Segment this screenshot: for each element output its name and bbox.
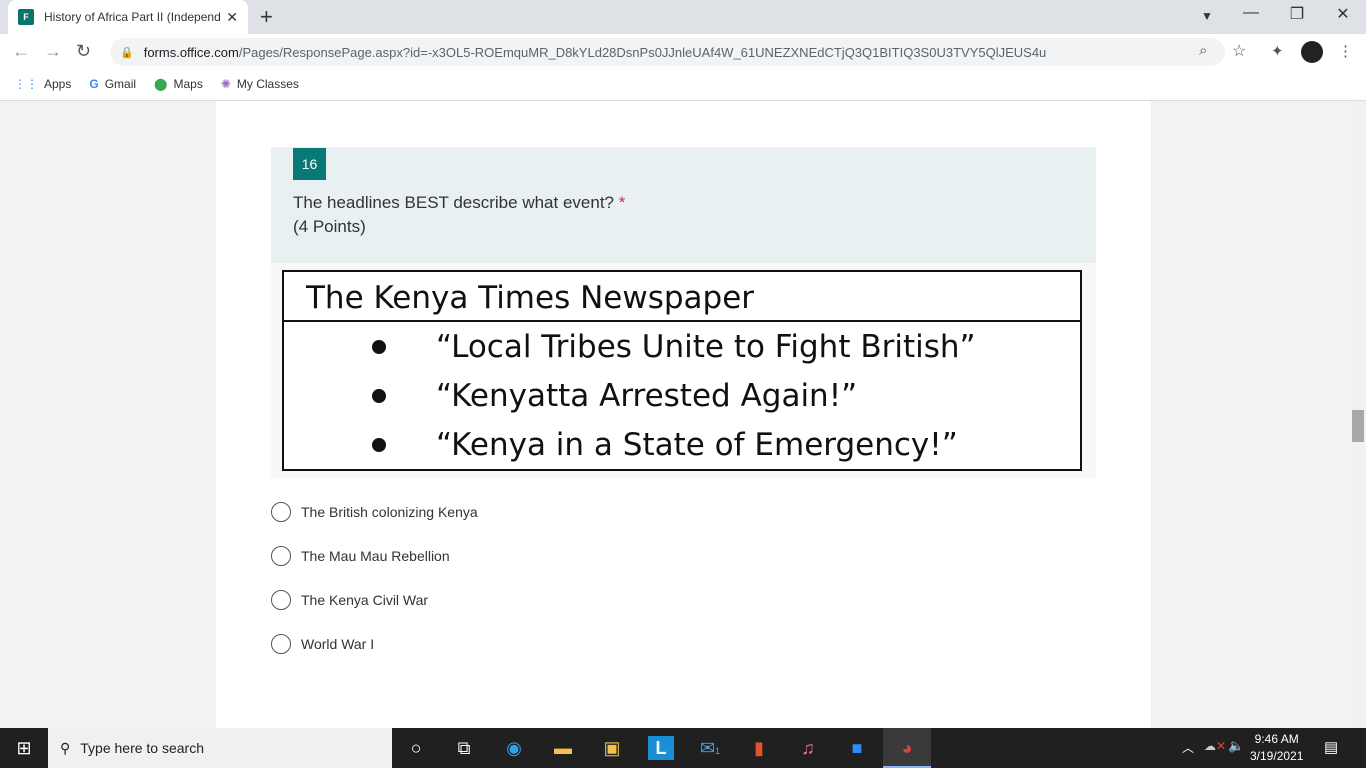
close-tab-icon[interactable]: ✕ bbox=[226, 9, 238, 26]
date: 3/19/2021 bbox=[1250, 749, 1304, 763]
back-icon[interactable]: ← bbox=[12, 41, 30, 62]
zoom-app-icon[interactable]: ■ bbox=[844, 736, 870, 760]
question-text: The headlines BEST describe what event? … bbox=[293, 193, 625, 213]
bookmark-label: Maps bbox=[173, 77, 203, 91]
network-icon[interactable]: ☁✕ bbox=[1204, 739, 1226, 753]
bullet-icon bbox=[372, 388, 386, 403]
radio-button[interactable] bbox=[271, 634, 291, 654]
tab-title: History of Africa Part II (Independ bbox=[44, 10, 221, 24]
question-number: 16 bbox=[293, 148, 326, 180]
bookmark-label: Apps bbox=[44, 77, 72, 91]
bookmark-label: Gmail bbox=[104, 77, 137, 91]
bookmark-label: My Classes bbox=[236, 77, 299, 91]
file-explorer-icon[interactable]: ▬ bbox=[550, 736, 576, 760]
new-tab-button[interactable]: + bbox=[260, 4, 273, 30]
avatar[interactable] bbox=[1301, 41, 1323, 63]
lock-icon: 🔒 bbox=[120, 46, 134, 59]
store-icon[interactable]: ▣ bbox=[599, 736, 625, 760]
bookmarks-bar: ⋮⋮ Apps G Gmail ⬤ Maps ✺ My Classes bbox=[0, 68, 1366, 101]
headline: “Kenyatta Arrested Again!” bbox=[284, 371, 1080, 420]
url-path: /Pages/ResponsePage.aspx?id=-x3OL5-ROEmq… bbox=[238, 44, 1047, 60]
question-image: The Kenya Times Newspaper “Local Tribes … bbox=[271, 263, 1096, 478]
option-british-colonizing[interactable]: The British colonizing Kenya bbox=[271, 502, 478, 522]
reload-icon[interactable]: ↻ bbox=[76, 41, 91, 62]
form-card: 16 The headlines BEST describe what even… bbox=[216, 101, 1151, 728]
taskbar: ⊞ ⚲ Type here to search ○ ⧉ ◉ ▬ ▣ L ✉1 ▮ … bbox=[0, 728, 1366, 768]
forms-icon: F bbox=[18, 9, 34, 25]
search-icon: ⚲ bbox=[60, 739, 71, 756]
mail-icon[interactable]: ✉1 bbox=[697, 736, 723, 760]
headline-text: “Local Tribes Unite to Fight British” bbox=[436, 328, 976, 365]
clock[interactable]: 9:46 AM 3/19/2021 bbox=[1250, 731, 1303, 765]
newspaper-title: The Kenya Times Newspaper bbox=[284, 272, 1080, 322]
radio-button[interactable] bbox=[271, 590, 291, 610]
taskbar-search[interactable]: ⚲ Type here to search bbox=[48, 728, 392, 768]
maps-pin-icon: ⬤ bbox=[154, 77, 168, 91]
option-label: World War I bbox=[301, 636, 375, 652]
question-block: 16 The headlines BEST describe what even… bbox=[271, 147, 1096, 478]
option-mau-mau[interactable]: The Mau Mau Rebellion bbox=[271, 546, 450, 566]
address-bar[interactable]: 🔒 forms.office.com/Pages/ResponsePage.as… bbox=[110, 38, 1225, 66]
star-icon[interactable]: ☆ bbox=[1232, 41, 1246, 61]
url-host: forms.office.com bbox=[143, 44, 239, 60]
bookmark-my-classes[interactable]: ✺ My Classes bbox=[221, 77, 299, 91]
tab-search-icon[interactable]: ▼ bbox=[1192, 9, 1222, 23]
tab-bar: F History of Africa Part II (Independ ✕ … bbox=[0, 0, 1366, 34]
volume-icon[interactable]: 🔈 bbox=[1228, 738, 1244, 754]
time: 9:46 AM bbox=[1254, 732, 1299, 746]
option-world-war[interactable]: World War I bbox=[271, 634, 374, 654]
radio-button[interactable] bbox=[271, 546, 291, 566]
bookmark-apps[interactable]: ⋮⋮ Apps bbox=[14, 77, 71, 91]
bullet-icon bbox=[372, 437, 386, 452]
question-points: (4 Points) bbox=[293, 217, 366, 236]
classes-icon: ✺ bbox=[220, 77, 231, 91]
close-window-button[interactable]: ✕ bbox=[1328, 4, 1358, 24]
radio-button[interactable] bbox=[271, 502, 291, 522]
headline: “Local Tribes Unite to Fight British” bbox=[284, 322, 1080, 371]
cortana-icon[interactable]: ○ bbox=[403, 736, 429, 760]
itunes-icon[interactable]: ♫ bbox=[795, 736, 821, 760]
zoom-icon[interactable]: ⌕ bbox=[1199, 42, 1207, 59]
search-placeholder: Type here to search bbox=[80, 740, 205, 756]
bookmark-maps[interactable]: ⬤ Maps bbox=[154, 77, 203, 91]
chrome-taskbar-button[interactable]: ◕ bbox=[883, 728, 931, 768]
headline-text: “Kenyatta Arrested Again!” bbox=[436, 377, 858, 414]
windows-start-icon[interactable]: ⊞ bbox=[11, 736, 37, 760]
chrome-icon: ◕ bbox=[901, 738, 913, 758]
option-civil-war[interactable]: The Kenya Civil War bbox=[271, 590, 428, 610]
extensions-icon[interactable]: ✦ bbox=[1271, 42, 1284, 60]
show-hidden-icons[interactable]: ︿ bbox=[1182, 739, 1194, 756]
option-label: The Mau Mau Rebellion bbox=[301, 548, 450, 564]
bullet-icon bbox=[372, 339, 386, 354]
tab-active[interactable]: F History of Africa Part II (Independ ✕ bbox=[8, 0, 248, 34]
menu-icon[interactable]: ⋮ bbox=[1338, 42, 1353, 60]
mail-badge: 1 bbox=[715, 746, 721, 756]
question-label: The headlines BEST describe what event? bbox=[293, 193, 614, 212]
required-marker: * bbox=[618, 193, 626, 212]
option-label: The British colonizing Kenya bbox=[301, 504, 478, 520]
option-label: The Kenya Civil War bbox=[301, 592, 429, 608]
lexia-icon[interactable]: L bbox=[648, 736, 674, 760]
task-view-icon[interactable]: ⧉ bbox=[451, 736, 477, 760]
minimize-button[interactable]: — bbox=[1236, 4, 1266, 22]
apps-grid-icon: ⋮⋮ bbox=[14, 77, 38, 91]
bookmark-gmail[interactable]: G Gmail bbox=[89, 77, 136, 91]
forward-icon[interactable]: → bbox=[44, 41, 62, 62]
edge-icon[interactable]: ◉ bbox=[501, 736, 527, 760]
page-content: 16 The headlines BEST describe what even… bbox=[0, 101, 1350, 728]
headline-text: “Kenya in a State of Emergency!” bbox=[436, 426, 958, 463]
headline: “Kenya in a State of Emergency!” bbox=[284, 420, 1080, 469]
restore-button[interactable]: ❐ bbox=[1282, 4, 1312, 24]
google-icon: G bbox=[89, 77, 99, 91]
office-icon[interactable]: ▮ bbox=[746, 736, 772, 760]
notifications-icon[interactable]: ▤ bbox=[1324, 738, 1338, 756]
newspaper-table: The Kenya Times Newspaper “Local Tribes … bbox=[282, 270, 1082, 471]
scrollbar-thumb[interactable] bbox=[1352, 410, 1364, 442]
